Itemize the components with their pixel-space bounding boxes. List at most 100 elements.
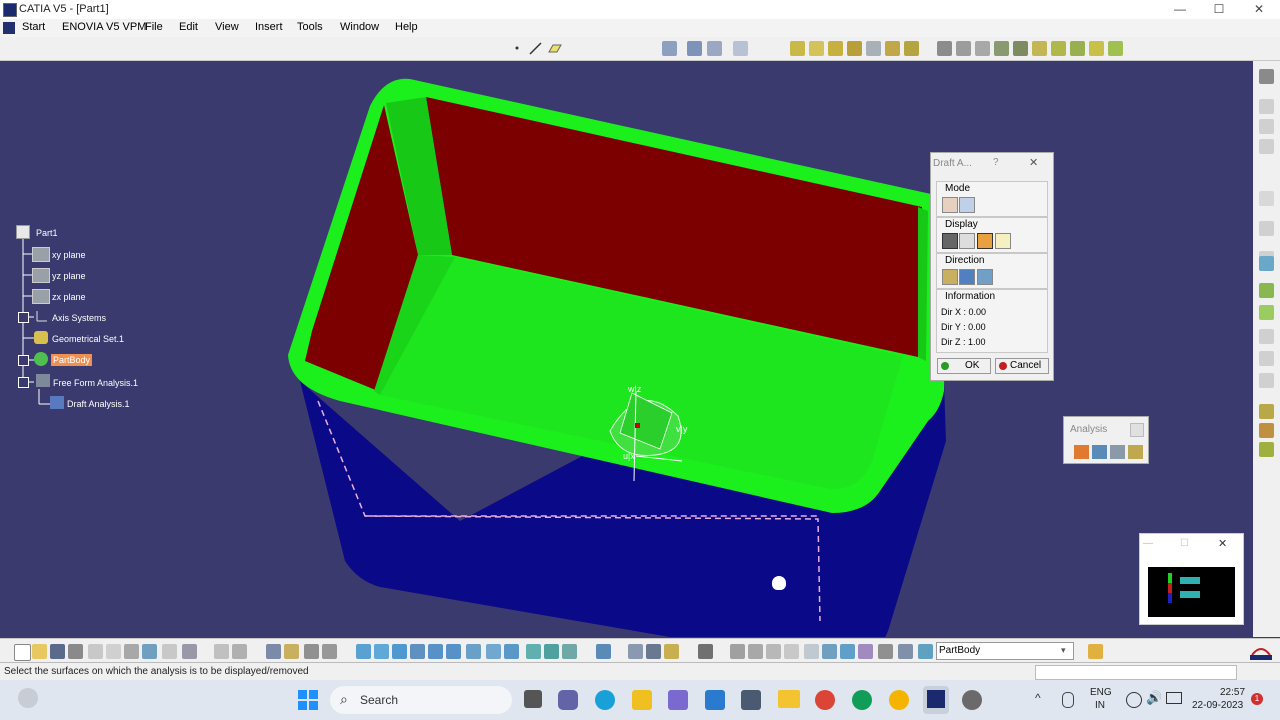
tool-h-icon[interactable] [822, 644, 837, 659]
tool-e-icon[interactable] [766, 644, 781, 659]
hole-icon[interactable] [866, 41, 881, 56]
draft-analysis-tool-icon[interactable] [1074, 445, 1089, 459]
faded-tool-1-icon[interactable] [1259, 99, 1274, 114]
swap-space-icon[interactable] [596, 644, 611, 659]
tree-item-zx-plane[interactable]: zx plane [52, 292, 86, 302]
groove-icon[interactable] [847, 41, 862, 56]
whats-this-icon[interactable] [182, 644, 197, 659]
tree-item-geometrical-set[interactable]: Geometrical Set.1 [52, 334, 124, 344]
mini-maximize-button[interactable]: ☐ [1180, 538, 1189, 549]
close-button[interactable]: ✕ [1249, 2, 1269, 16]
explorer-note-icon[interactable] [632, 690, 652, 710]
tool-i-icon[interactable] [840, 644, 855, 659]
rib-icon[interactable] [885, 41, 900, 56]
tool-m-icon[interactable] [1088, 644, 1103, 659]
draft-icon[interactable] [975, 41, 990, 56]
network-icon[interactable] [1126, 692, 1142, 708]
chevron-up-icon[interactable]: ^ [1035, 691, 1041, 705]
fly-mode-icon[interactable] [356, 644, 371, 659]
notification-badge[interactable]: 1 [1251, 693, 1263, 705]
distance-analysis-icon[interactable] [1128, 445, 1143, 459]
faded-tool-4-icon[interactable] [1259, 191, 1274, 206]
clock-date[interactable]: 22-09-2023 [1192, 700, 1243, 711]
maximize-button[interactable]: ☐ [1209, 2, 1229, 16]
render-style-icon[interactable] [526, 644, 541, 659]
windows-start-icon[interactable] [298, 690, 318, 710]
shading-icon[interactable] [544, 644, 559, 659]
snap-icon[interactable] [733, 41, 748, 56]
cut-icon[interactable] [88, 644, 103, 659]
teams-icon[interactable] [558, 690, 578, 710]
mini-close-button[interactable]: ✕ [1218, 537, 1227, 550]
measure-2-icon[interactable] [322, 644, 337, 659]
shell-icon[interactable] [994, 41, 1009, 56]
expand-icon[interactable] [18, 312, 29, 323]
edge-icon[interactable] [595, 690, 615, 710]
zoom-out-icon[interactable] [446, 644, 461, 659]
3d-viewport[interactable]: w|z v|y u|x Part1 xy plane yz plane zx p… [0, 61, 1253, 637]
faded-tool-3-icon[interactable] [1259, 139, 1274, 154]
sketcher-icon[interactable] [1259, 69, 1274, 84]
microphone-icon[interactable] [1062, 692, 1074, 708]
new-icon[interactable] [14, 644, 31, 661]
quick-mode-icon[interactable] [942, 197, 958, 213]
tree-item-xy-plane[interactable]: xy plane [52, 250, 86, 260]
copy-icon[interactable] [106, 644, 121, 659]
sketch-tool-icon[interactable] [662, 41, 677, 56]
tool-d-icon[interactable] [748, 644, 763, 659]
remove-face-icon[interactable] [1051, 41, 1066, 56]
tool-j-icon[interactable] [858, 644, 873, 659]
formula-icon[interactable] [214, 644, 229, 659]
surface-tool-2-icon[interactable] [1259, 283, 1274, 298]
collapse-icon[interactable] [18, 377, 29, 388]
analysis-tool-2-icon[interactable] [1259, 423, 1274, 438]
tree-item-axis-systems[interactable]: Axis Systems [52, 313, 106, 323]
expand-icon[interactable] [18, 355, 29, 366]
analysis-tool-3-icon[interactable] [1259, 442, 1274, 457]
tool-f-icon[interactable] [784, 644, 799, 659]
menu-insert[interactable]: Insert [255, 21, 283, 33]
table-icon[interactable] [266, 644, 281, 659]
menu-view[interactable]: View [215, 21, 239, 33]
update-icon[interactable] [730, 644, 745, 659]
local-analysis-icon[interactable] [977, 233, 993, 249]
ok-button[interactable]: OK [937, 358, 991, 374]
taskbar-search[interactable]: ⌕ Search [330, 686, 512, 714]
pad-icon[interactable] [790, 41, 805, 56]
chrome-2-icon[interactable] [852, 690, 872, 710]
point-icon[interactable] [510, 41, 525, 56]
weather-icon[interactable] [18, 688, 38, 708]
knowledge-icon[interactable] [232, 644, 247, 659]
full-mode-icon[interactable] [959, 197, 975, 213]
dialog-close-button[interactable]: ✕ [1029, 156, 1038, 169]
chrome-icon[interactable] [815, 690, 835, 710]
invert-direction-icon[interactable] [977, 269, 993, 285]
current-body-select[interactable]: PartBody ▾ [936, 642, 1074, 660]
light-icon[interactable] [995, 233, 1011, 249]
toolbar-close-icon[interactable] [1130, 423, 1144, 437]
app-icon-a[interactable] [668, 690, 688, 710]
thread-icon[interactable] [1032, 41, 1047, 56]
thick-surface-icon[interactable] [1108, 41, 1123, 56]
menu-window[interactable]: Window [340, 21, 379, 33]
replace-face-icon[interactable] [1070, 41, 1085, 56]
plane-icon[interactable] [547, 41, 562, 56]
tool-g-icon[interactable] [804, 644, 819, 659]
language-in[interactable]: IN [1095, 700, 1105, 711]
menu-file[interactable]: File [145, 21, 163, 33]
curvature-analysis-icon[interactable] [1092, 445, 1107, 459]
analysis-tool-1-icon[interactable] [1259, 404, 1274, 419]
surface-tool-icon[interactable] [1259, 256, 1274, 271]
measure-icon[interactable] [304, 644, 319, 659]
task-view-icon[interactable] [524, 690, 542, 708]
print-icon[interactable] [68, 644, 83, 659]
part-icon[interactable] [16, 225, 30, 239]
redo-icon[interactable] [162, 644, 177, 659]
app-icon-c[interactable] [962, 690, 982, 710]
views-icon[interactable] [486, 644, 501, 659]
iso-view-icon[interactable] [504, 644, 519, 659]
pocket-icon[interactable] [809, 41, 824, 56]
grid-icon[interactable] [707, 41, 722, 56]
tool-k-icon[interactable] [878, 644, 893, 659]
zoom-in-icon[interactable] [428, 644, 443, 659]
